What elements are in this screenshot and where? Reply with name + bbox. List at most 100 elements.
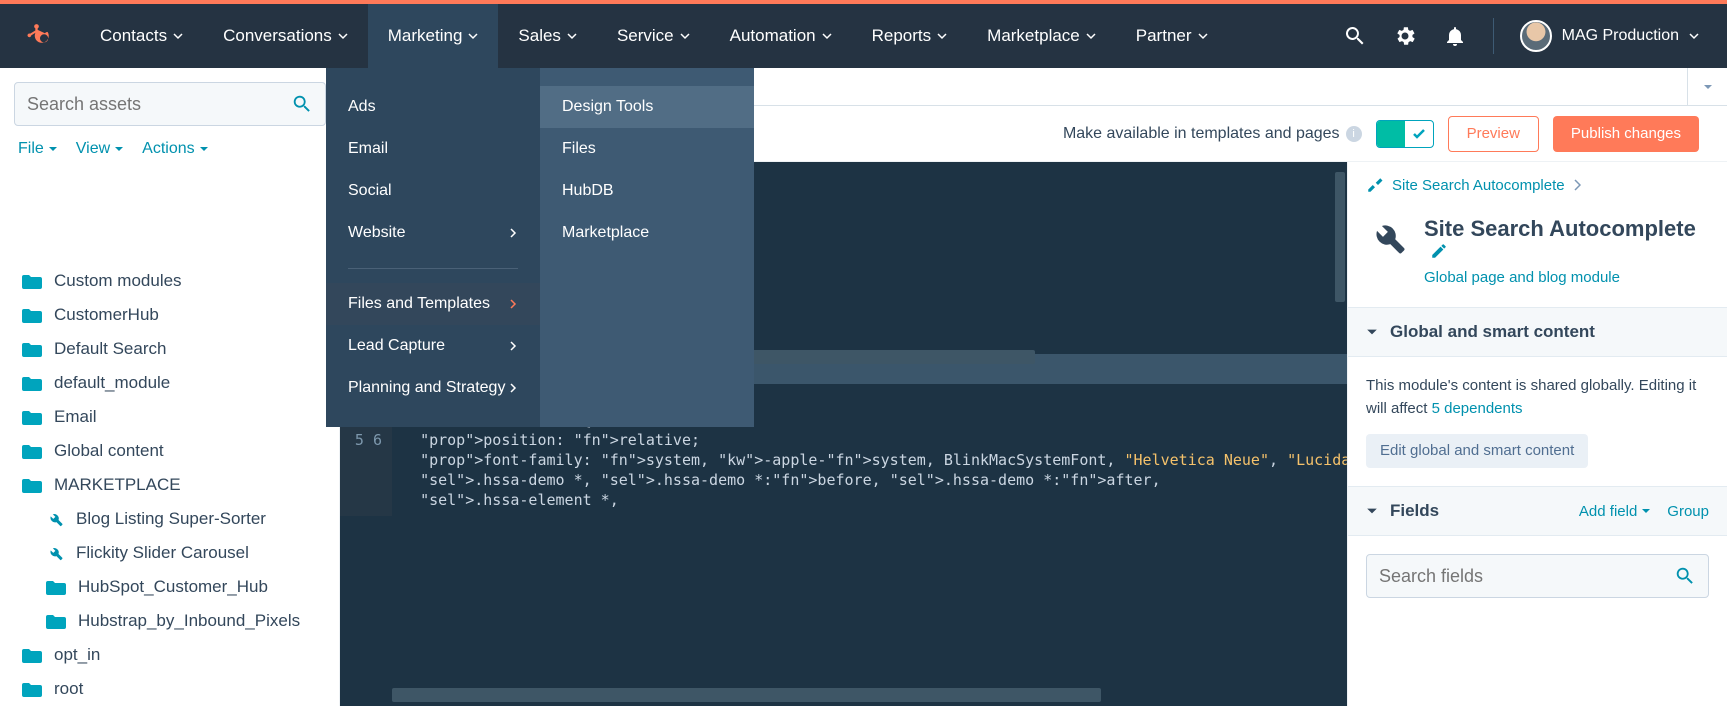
nav-service[interactable]: Service — [597, 4, 710, 68]
dependents-link[interactable]: 5 dependents — [1432, 400, 1523, 417]
account-name: MAG Production — [1562, 27, 1679, 45]
nav-label: Reports — [872, 26, 932, 46]
wrench-icon — [46, 510, 64, 528]
module-scope[interactable]: Global page and blog module — [1424, 269, 1620, 286]
tree-row[interactable]: Blog Listing Super-Sorter — [0, 502, 339, 536]
bell-icon[interactable] — [1443, 24, 1467, 48]
toggle-off — [1405, 121, 1433, 147]
main: Custom modulesCustomerHubDefault Search d… — [0, 162, 1727, 706]
section-global-content[interactable]: Global and smart content — [1348, 307, 1727, 357]
fields-search[interactable] — [1366, 554, 1709, 598]
dropdown-item[interactable]: HubDB — [540, 170, 754, 212]
edit-global-button[interactable]: Edit global and smart content — [1366, 434, 1588, 468]
section-title: Global and smart content — [1390, 322, 1595, 342]
tree-row[interactable]: Hubstrap_by_Inbound_Pixels — [0, 604, 339, 638]
nav-label: Partner — [1136, 26, 1192, 46]
chevron-down-icon — [1366, 326, 1378, 338]
separator — [348, 268, 518, 269]
file-menu-view[interactable]: View — [76, 140, 124, 158]
chevron-down-icon — [822, 31, 832, 41]
tree-row[interactable]: Flickity Slider Carousel — [0, 536, 339, 570]
search-icon[interactable] — [1674, 565, 1696, 587]
dropdown-item[interactable]: Design Tools — [540, 86, 754, 128]
tree-row[interactable]: Global content — [0, 434, 339, 468]
tree-row[interactable]: Custom modules — [0, 264, 339, 298]
breadcrumb[interactable]: Site Search Autocomplete — [1348, 162, 1727, 208]
tree-row[interactable]: opt_in — [0, 638, 339, 672]
tree-label: Email — [54, 407, 97, 427]
folder-icon — [46, 613, 66, 629]
label: Planning and Strategy — [348, 379, 505, 397]
nav-label: Conversations — [223, 26, 332, 46]
search-input[interactable] — [27, 94, 283, 115]
label: Website — [348, 224, 406, 242]
folder-icon — [22, 375, 42, 391]
dropdown-item[interactable]: Social — [326, 170, 540, 212]
dropdown-item[interactable]: Email — [326, 128, 540, 170]
folder-icon — [22, 477, 42, 493]
chevron-right-icon — [508, 383, 518, 393]
preview-button[interactable]: Preview — [1448, 116, 1539, 152]
search-icon[interactable] — [1343, 24, 1367, 48]
nav-marketplace[interactable]: Marketplace — [967, 4, 1116, 68]
marketing-dropdown: Ads Email Social Website Files and Templates… — [326, 68, 754, 427]
file-menu-actions[interactable]: Actions — [142, 140, 208, 158]
account-switcher[interactable]: MAG Production — [1520, 20, 1699, 52]
dropdown-item[interactable]: Lead Capture — [326, 325, 540, 367]
dropdown-item[interactable]: Planning and Strategy — [326, 367, 540, 409]
tree-row[interactable]: Default Search — [0, 332, 339, 366]
nav-label: Contacts — [100, 26, 167, 46]
label: Ads — [348, 98, 376, 116]
fields-search-input[interactable] — [1379, 566, 1674, 587]
scrollbar-horizontal[interactable] — [392, 688, 1337, 702]
subheader-dropdown[interactable] — [1687, 68, 1727, 105]
dropdown-item[interactable]: Files — [540, 128, 754, 170]
asset-tree: Custom modulesCustomerHubDefault Search d… — [0, 260, 339, 706]
nav-reports[interactable]: Reports — [852, 4, 968, 68]
sprocket-icon — [26, 22, 54, 50]
label: File — [18, 140, 44, 158]
nav-automation[interactable]: Automation — [710, 4, 852, 68]
label: Social — [348, 182, 392, 200]
asset-search[interactable] — [14, 82, 326, 126]
tree-row[interactable]: CustomerHub — [0, 298, 339, 332]
group-button[interactable]: Group — [1667, 503, 1709, 520]
nav-conversations[interactable]: Conversations — [203, 4, 368, 68]
label: Make available in templates and pages — [1063, 125, 1340, 143]
nav-marketing[interactable]: Marketing — [368, 4, 499, 68]
pencil-icon[interactable] — [1430, 242, 1448, 260]
tree-row[interactable]: Email — [0, 400, 339, 434]
wrench-icon — [46, 544, 64, 562]
nav-partner[interactable]: Partner — [1116, 4, 1228, 68]
search-icon[interactable] — [291, 93, 313, 115]
caret-down-icon — [1641, 506, 1651, 516]
nav-label: Marketplace — [987, 26, 1080, 46]
tree-row[interactable]: MARKETPLACE — [0, 468, 339, 502]
tree-label: Global content — [54, 441, 164, 461]
tree-row[interactable]: default_module — [0, 366, 339, 400]
gear-icon[interactable] — [1393, 24, 1417, 48]
tree-row[interactable]: HubSpot_Customer_Hub — [0, 570, 339, 604]
tree-row[interactable]: root — [0, 672, 339, 706]
section-fields[interactable]: Fields Add field Group — [1348, 486, 1727, 536]
availability-toggle[interactable] — [1376, 120, 1434, 148]
dropdown-item[interactable]: Website — [326, 212, 540, 254]
scrollbar-vertical[interactable] — [1335, 172, 1345, 302]
dropdown-item[interactable]: Marketplace — [540, 212, 754, 254]
dropdown-col-2: Design ToolsFilesHubDB Marketplace — [540, 68, 754, 427]
publish-button[interactable]: Publish changes — [1553, 116, 1699, 152]
dropdown-item[interactable]: Ads — [326, 86, 540, 128]
nav-right: MAG Production — [1343, 4, 1727, 68]
info-icon[interactable]: i — [1346, 126, 1362, 142]
add-field-button[interactable]: Add field — [1579, 503, 1651, 520]
chevron-down-icon — [1366, 505, 1378, 517]
nav-sales[interactable]: Sales — [498, 4, 597, 68]
caret-down-icon — [1703, 82, 1713, 92]
hubspot-logo[interactable] — [0, 22, 80, 50]
tree-label: default_module — [54, 373, 170, 393]
file-menu-file[interactable]: File — [18, 140, 58, 158]
label: Marketplace — [562, 224, 649, 242]
nav-contacts[interactable]: Contacts — [80, 4, 203, 68]
dropdown-item[interactable]: Files and Templates — [326, 283, 540, 325]
sidebar: Custom modulesCustomerHubDefault Search d… — [0, 162, 340, 706]
